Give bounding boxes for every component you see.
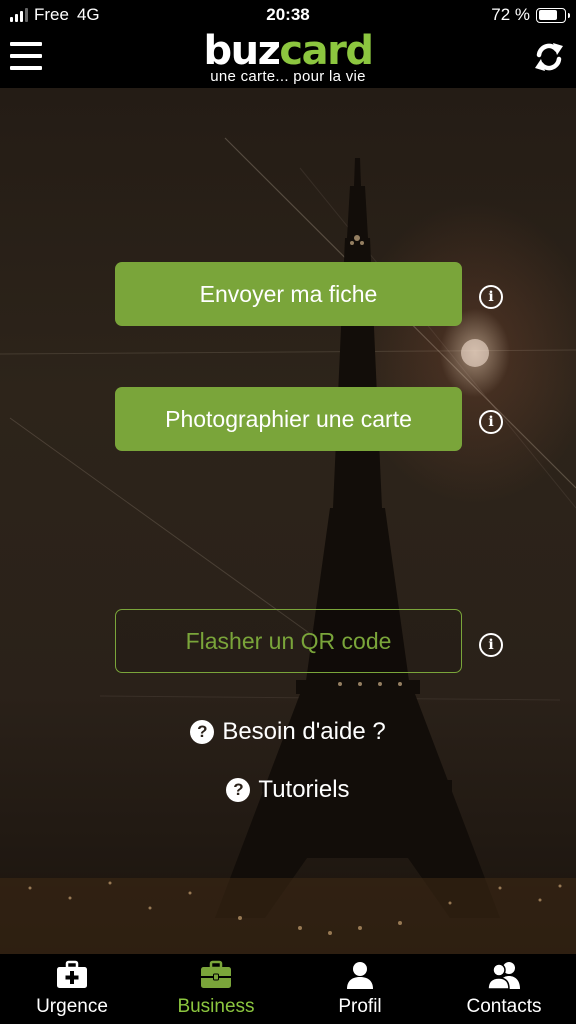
tab-profil[interactable]: Profil: [288, 954, 432, 1024]
tab-contacts[interactable]: Contacts: [432, 954, 576, 1024]
battery-icon: [536, 7, 570, 23]
logo-wordmark: buzcard: [0, 30, 576, 72]
tab-urgence[interactable]: Urgence: [0, 954, 144, 1024]
app-header: buzcard une carte... pour la vie: [0, 30, 576, 88]
briefcase-icon: [201, 960, 231, 988]
need-help-link[interactable]: ? Besoin d'aide ?: [0, 718, 576, 746]
bottom-tab-bar: Urgence Business Profil Contacts: [0, 954, 576, 1024]
logo-tagline: une carte... pour la vie: [210, 68, 366, 85]
tutorials-label: Tutoriels: [258, 776, 350, 803]
tab-label: Profil: [338, 996, 382, 1017]
scan-qr-info-icon[interactable]: i: [479, 633, 503, 657]
tutorials-link[interactable]: ? Tutoriels: [0, 776, 576, 804]
tab-label: Urgence: [36, 996, 108, 1017]
question-icon: ?: [190, 720, 215, 744]
person-icon: [347, 962, 373, 989]
need-help-label: Besoin d'aide ?: [222, 718, 386, 745]
question-icon: ?: [226, 778, 251, 802]
send-card-button[interactable]: Envoyer ma fiche: [115, 262, 462, 326]
send-card-info-icon[interactable]: i: [479, 285, 503, 309]
photograph-card-button[interactable]: Photographier une carte: [115, 387, 462, 451]
tab-business[interactable]: Business: [144, 954, 288, 1024]
eiffel-tower-background-image: [0, 137, 576, 954]
status-time: 20:38: [266, 5, 310, 24]
app-logo: buzcard une carte... pour la vie: [0, 30, 576, 85]
tab-label: Business: [177, 996, 255, 1017]
photograph-card-info-icon[interactable]: i: [479, 410, 503, 434]
first-aid-kit-icon: [57, 960, 87, 988]
status-bar: Free 4G 20:38 72 %: [0, 0, 576, 30]
tab-label: Contacts: [466, 996, 542, 1017]
people-icon: [487, 962, 520, 990]
refresh-icon[interactable]: [532, 40, 566, 74]
status-right: 72 %: [491, 5, 570, 25]
scan-qr-button[interactable]: Flasher un QR code: [115, 609, 462, 673]
main-content: Envoyer ma fiche i Photographier une car…: [0, 88, 576, 954]
battery-percent: 72 %: [491, 5, 530, 24]
